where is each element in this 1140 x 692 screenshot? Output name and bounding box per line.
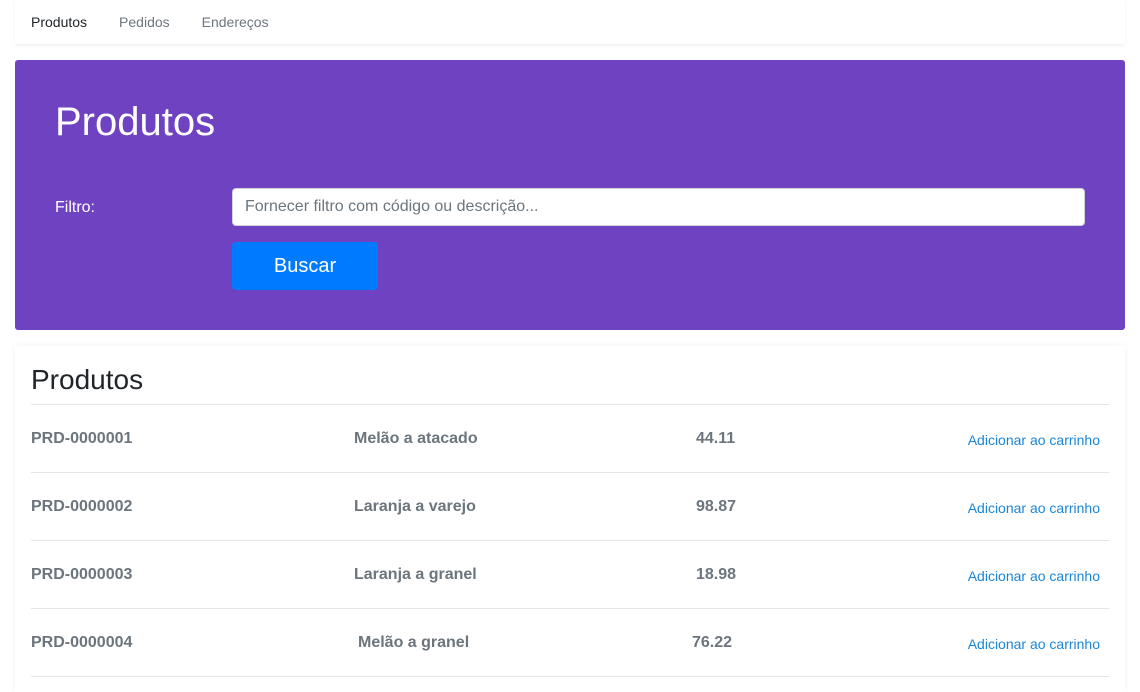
product-description: Melão a granel [358, 633, 470, 651]
product-description: Laranja a granel [354, 565, 477, 583]
search-button[interactable]: Buscar [232, 242, 378, 290]
filter-input[interactable] [232, 188, 1085, 226]
add-to-cart-cell: Adicionar ao carrinho [968, 473, 1100, 540]
nav-item-produtos[interactable]: Produtos [31, 0, 87, 44]
add-to-cart-cell: Adicionar ao carrinho [968, 541, 1100, 608]
add-to-cart-link[interactable]: Adicionar ao carrinho [968, 636, 1100, 652]
products-card: Produtos PRD-0000001 Melão a atacado 44.… [15, 346, 1125, 692]
nav-item-pedidos[interactable]: Pedidos [119, 0, 170, 44]
product-code: PRD-0000001 [31, 429, 133, 447]
nav-item-enderecos[interactable]: Endereços [202, 0, 269, 44]
product-description: Melão a atacado [354, 429, 478, 447]
add-to-cart-cell: Adicionar ao carrinho [968, 609, 1100, 676]
add-to-cart-link[interactable]: Adicionar ao carrinho [968, 568, 1100, 584]
product-price: 44.11 [696, 429, 736, 447]
product-code: PRD-0000003 [31, 565, 133, 583]
add-to-cart-cell: Adicionar ao carrinho [968, 405, 1100, 472]
add-to-cart-link[interactable]: Adicionar ao carrinho [968, 432, 1100, 448]
product-code: PRD-0000004 [31, 633, 133, 651]
add-to-cart-link[interactable]: Adicionar ao carrinho [968, 500, 1100, 516]
product-row: PRD-0000002 Laranja a varejo 98.87 Adici… [31, 473, 1109, 541]
product-row: PRD-0000001 Melão a atacado 44.11 Adicio… [31, 405, 1109, 473]
product-price: 76.22 [692, 633, 733, 651]
filter-label: Filtro: [55, 199, 95, 216]
products-section-title: Produtos [31, 364, 144, 395]
top-navbar: Produtos Pedidos Endereços [15, 0, 1125, 44]
product-description: Laranja a varejo [354, 497, 476, 515]
product-list: PRD-0000001 Melão a atacado 44.11 Adicio… [31, 404, 1109, 677]
product-price: 18.98 [696, 565, 737, 583]
product-row: PRD-0000003 Laranja a granel 18.98 Adici… [31, 541, 1109, 609]
product-row: PRD-0000004 Melão a granel 76.22 Adicion… [31, 609, 1109, 677]
search-panel: Produtos Filtro: Buscar [15, 60, 1125, 330]
product-price: 98.87 [696, 497, 737, 515]
page-title: Produtos [55, 100, 216, 144]
product-code: PRD-0000002 [31, 497, 133, 515]
